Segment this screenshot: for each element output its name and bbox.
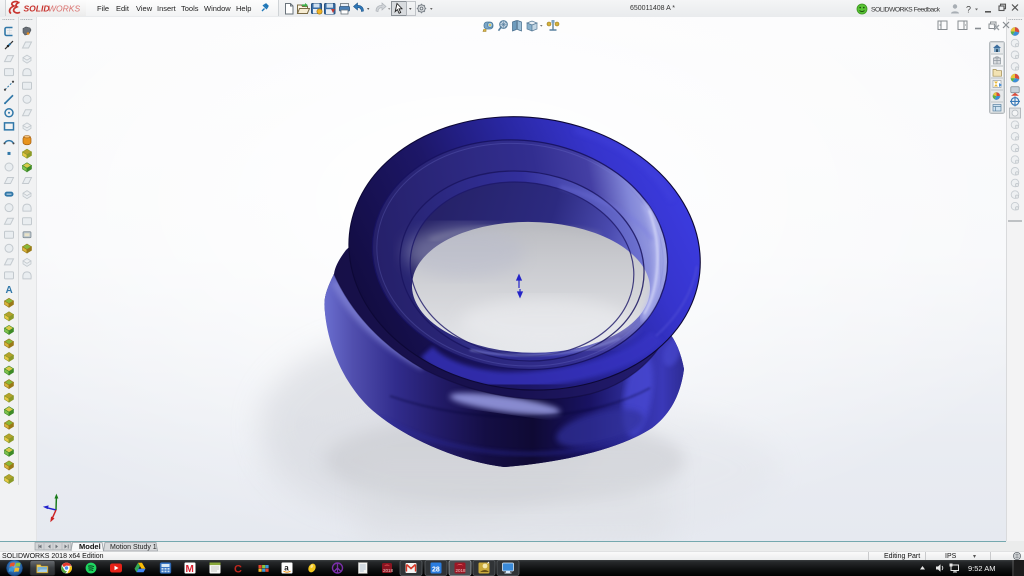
svg-text:a: a [284, 564, 289, 573]
svg-text:Model: Model [79, 542, 101, 551]
svg-text:A: A [6, 285, 13, 296]
svg-text:9:52 AM: 9:52 AM [968, 564, 996, 573]
svg-text:M: M [186, 564, 194, 575]
svg-text:28: 28 [432, 567, 440, 574]
svg-text:C: C [234, 564, 242, 576]
svg-text:2018: 2018 [383, 568, 394, 573]
svg-text:2018: 2018 [456, 568, 467, 573]
svg-text:Motion Study 1: Motion Study 1 [110, 544, 157, 551]
